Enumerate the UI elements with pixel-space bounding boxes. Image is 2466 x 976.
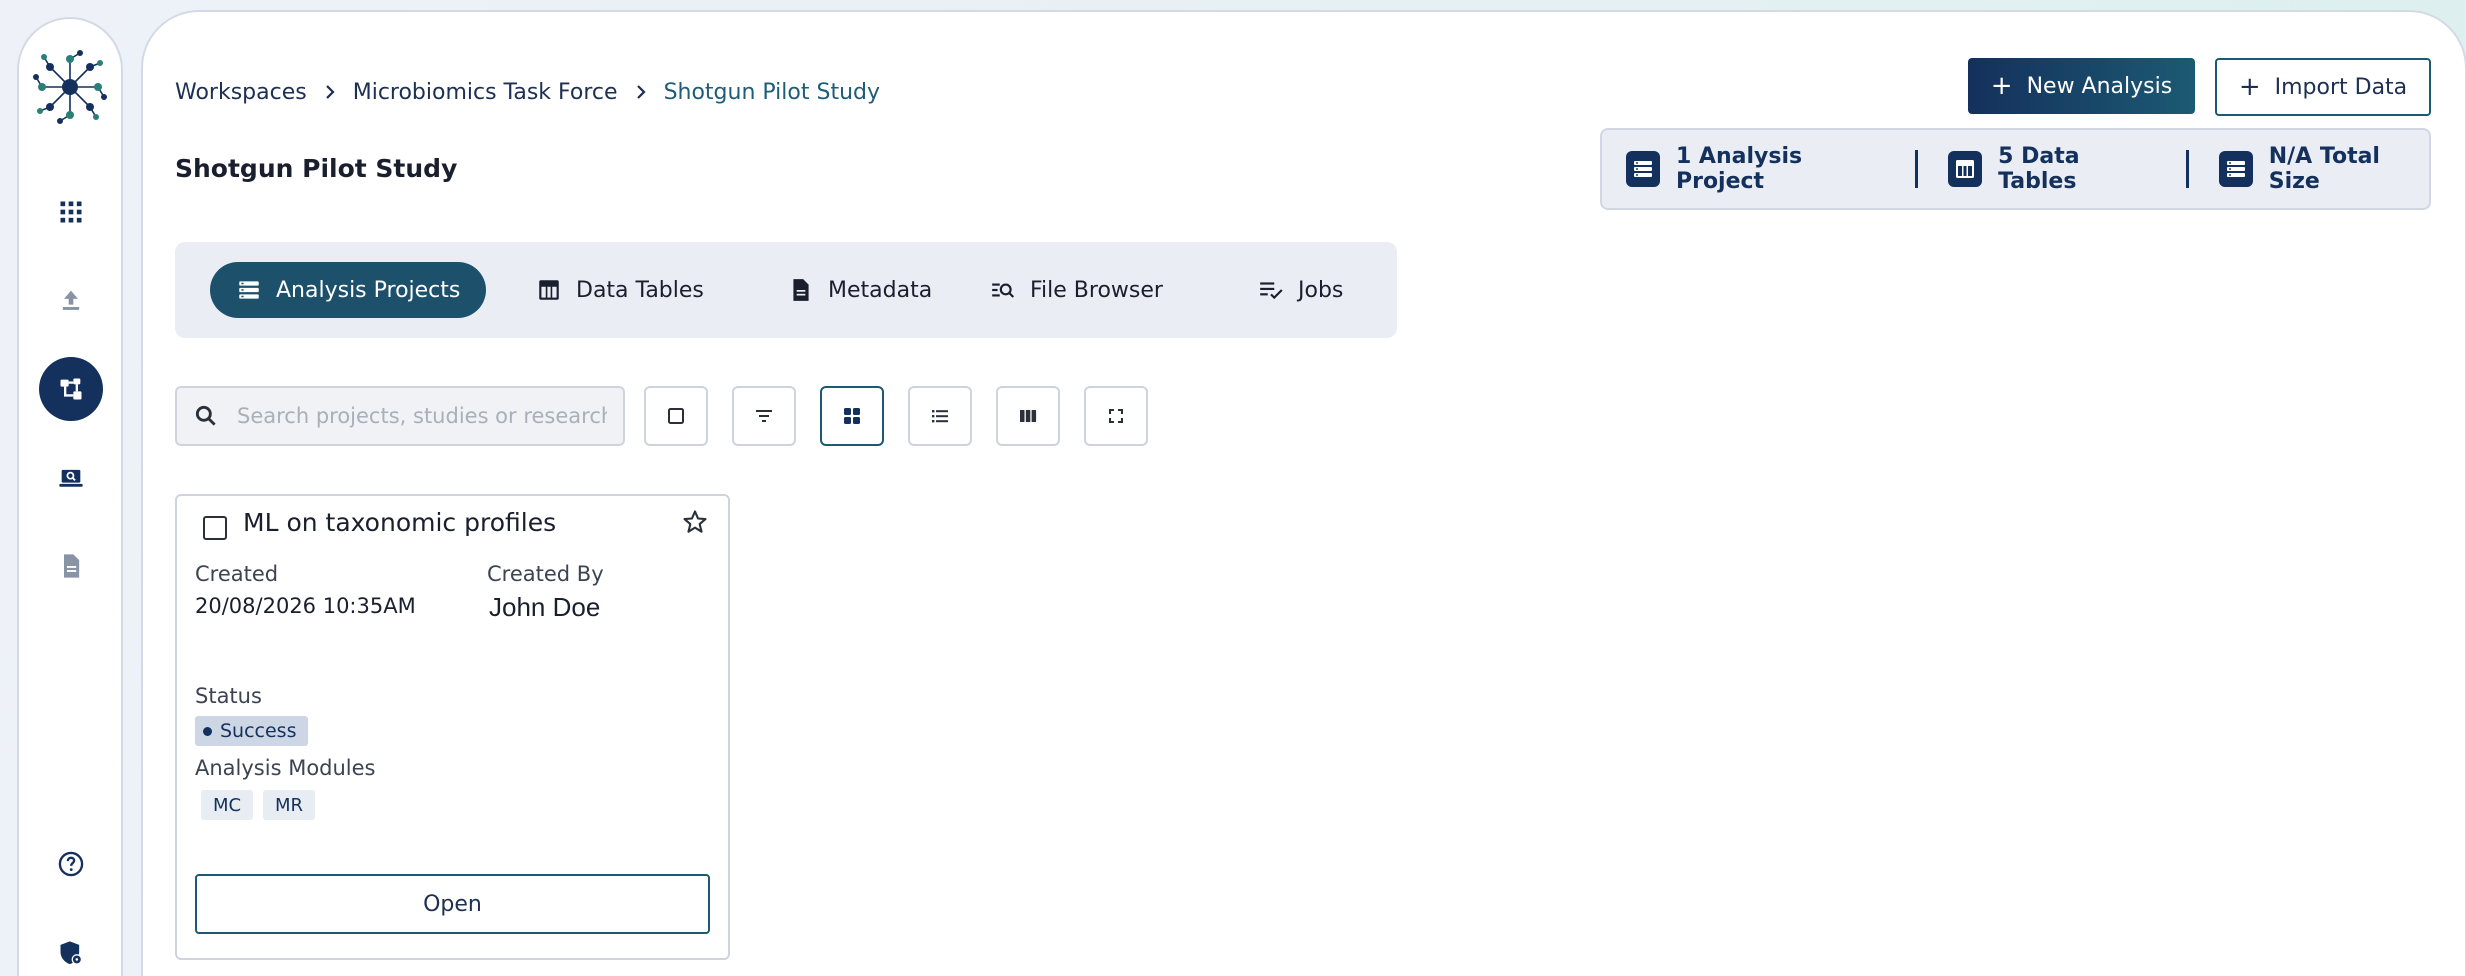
- modules-label: Analysis Modules: [195, 756, 376, 780]
- status-label: Status: [195, 684, 262, 708]
- tab-label: Analysis Projects: [276, 277, 461, 303]
- filter-icon: [756, 410, 772, 422]
- stat-tables: 5 Data Tables: [1948, 144, 2156, 194]
- file-search-icon: [992, 283, 1015, 298]
- upload-icon: [62, 290, 80, 310]
- breadcrumb-workspaces[interactable]: Workspaces: [175, 80, 307, 105]
- checklist-icon: [1260, 282, 1283, 300]
- filter-button[interactable]: [732, 386, 796, 446]
- document-icon: [64, 554, 80, 578]
- chevron-right-icon: [618, 83, 664, 101]
- status-dot-icon: [203, 726, 212, 736]
- card-title[interactable]: ML on taxonomic profiles: [243, 508, 556, 537]
- module-chip: MC: [201, 790, 254, 820]
- stats-bar: 1 Analysis Project 5 Data Tables N/A Tot…: [1600, 128, 2431, 210]
- stat-projects-label: 1 Analysis Project: [1675, 144, 1803, 194]
- list-icon: [1626, 151, 1660, 187]
- created-value: 20/08/2026 10:35AM: [195, 594, 416, 618]
- list-icon: [239, 281, 259, 299]
- tab-label: Metadata: [828, 277, 933, 303]
- breadcrumb: Workspaces Microbiomics Task Force Shotg…: [175, 72, 880, 112]
- tab-file-browser[interactable]: File Browser: [964, 262, 1189, 318]
- grid-view-button[interactable]: [820, 386, 884, 446]
- tab-label: Data Tables: [576, 277, 704, 303]
- new-analysis-button[interactable]: + New Analysis: [1968, 58, 2195, 114]
- document-icon: [793, 279, 809, 301]
- created-by-label: Created By: [487, 562, 604, 586]
- stat-tables-label: 5 Data Tables: [1998, 144, 2080, 194]
- tab-label: Jobs: [1298, 277, 1344, 303]
- module-chip: MR: [263, 790, 316, 820]
- plus-icon: +: [1990, 71, 2013, 101]
- search-input[interactable]: [237, 404, 607, 428]
- status-badge: Success: [195, 716, 309, 746]
- divider: [2185, 150, 2189, 188]
- sidebar-item-help[interactable]: [39, 832, 103, 896]
- created-label: Created: [195, 562, 279, 586]
- sidebar-item-workflow[interactable]: [39, 357, 103, 421]
- open-button[interactable]: Open: [195, 874, 710, 934]
- star-icon[interactable]: [681, 508, 709, 536]
- import-data-label: Import Data: [2274, 74, 2408, 100]
- security-icon: [60, 941, 83, 965]
- main-panel: Workspaces Microbiomics Task Force Shotg…: [141, 10, 2466, 976]
- search-icon: [195, 405, 216, 426]
- sidebar-item-upload[interactable]: [39, 268, 103, 332]
- tab-bar: Analysis Projects Data Tables Metadata F…: [175, 242, 1397, 338]
- select-all-button[interactable]: [644, 386, 708, 446]
- fullscreen-button[interactable]: [1084, 386, 1148, 446]
- stat-projects: 1 Analysis Project: [1626, 144, 1885, 194]
- fullscreen-icon: [1109, 409, 1123, 423]
- list-view-button[interactable]: [908, 386, 972, 446]
- tab-analysis-projects[interactable]: Analysis Projects: [210, 262, 487, 318]
- created-by-value: John Doe: [489, 592, 601, 622]
- logo-icon[interactable]: [30, 47, 110, 127]
- stat-size-label: N/A Total Size: [2268, 144, 2380, 194]
- search-box: [175, 386, 625, 446]
- status-value: Success: [220, 720, 297, 742]
- column-view-icon: [1020, 410, 1037, 422]
- select-all-icon: [668, 408, 684, 424]
- column-view-button[interactable]: [996, 386, 1060, 446]
- grid-view-icon: [844, 408, 860, 424]
- plus-icon: +: [2238, 72, 2261, 102]
- tab-metadata[interactable]: Metadata: [762, 262, 958, 318]
- card-checkbox[interactable]: [203, 516, 227, 540]
- sidebar-item-search-data[interactable]: [39, 446, 103, 510]
- tab-data-tables[interactable]: Data Tables: [510, 262, 730, 318]
- new-analysis-label: New Analysis: [2026, 73, 2173, 99]
- divider: [1915, 150, 1919, 188]
- sidebar: [17, 17, 123, 976]
- table-icon: [539, 280, 559, 300]
- tab-label: File Browser: [1030, 277, 1163, 303]
- project-card: ML on taxonomic profiles Created 20/08/2…: [175, 494, 730, 960]
- stat-size: N/A Total Size: [2218, 144, 2429, 194]
- page-title: Shotgun Pilot Study: [175, 154, 458, 183]
- sidebar-item-security[interactable]: [39, 921, 103, 976]
- chevron-right-icon: [307, 83, 353, 101]
- sidebar-item-apps[interactable]: [39, 180, 103, 244]
- list-view-icon: [932, 410, 948, 423]
- storage-icon: [2218, 151, 2253, 187]
- sidebar-item-documents[interactable]: [39, 534, 103, 598]
- tab-jobs[interactable]: Jobs: [1232, 262, 1369, 318]
- breadcrumb-current: Shotgun Pilot Study: [663, 79, 881, 105]
- workflow-icon: [60, 378, 82, 400]
- breadcrumb-task-force[interactable]: Microbiomics Task Force: [353, 80, 618, 105]
- laptop-search-icon: [59, 469, 83, 487]
- import-data-button[interactable]: + Import Data: [2215, 58, 2431, 116]
- apps-grid-icon: [60, 201, 82, 223]
- table-icon: [1948, 151, 1983, 187]
- help-icon: [58, 851, 84, 877]
